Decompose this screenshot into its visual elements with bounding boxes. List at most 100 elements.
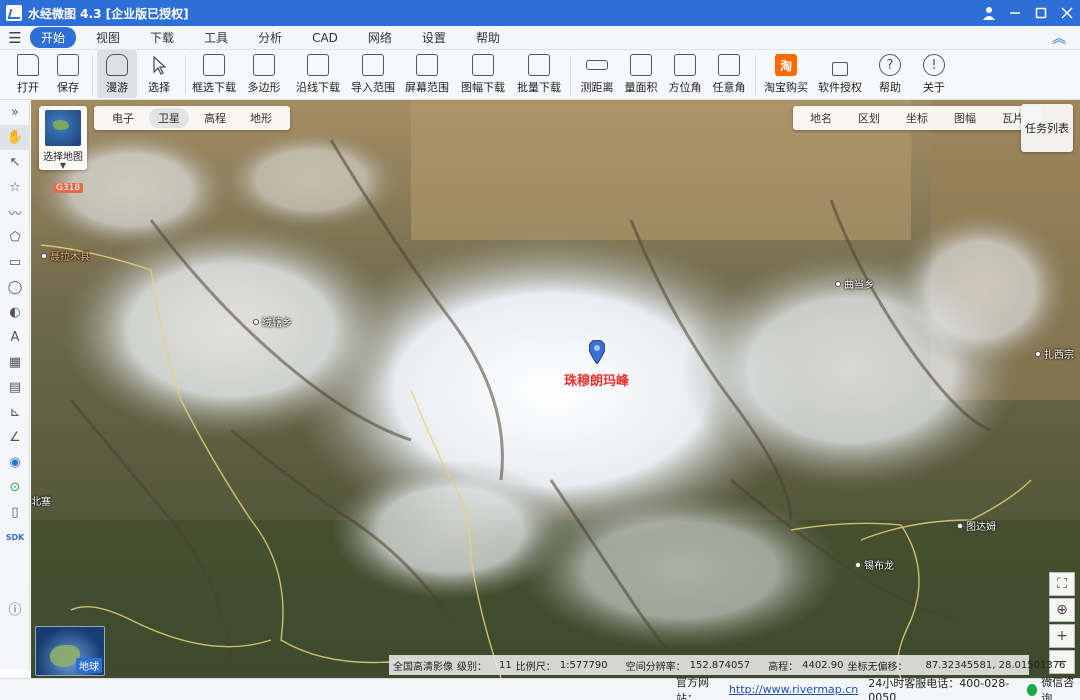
measure-distance-tool-icon[interactable]: ▦ xyxy=(0,350,30,375)
hand-tool-icon[interactable]: ✋ xyxy=(0,125,30,150)
fullscreen-icon[interactable]: ⛶ xyxy=(1049,572,1075,596)
map-selector-button[interactable]: 选择地图 ▼ xyxy=(39,106,87,170)
close-button[interactable] xyxy=(1054,0,1080,26)
place-dot-icon xyxy=(835,280,841,287)
map-view[interactable]: 选择地图 ▼ 电子 卫星 高程 地形 地名 区划 坐标 图幅 瓦片 任务列表 G… xyxy=(31,100,1080,678)
place-qudang[interactable]: 曲当乡 xyxy=(835,276,874,291)
menu-help[interactable]: 帮助 xyxy=(466,27,510,48)
menu-network[interactable]: 网络 xyxy=(358,27,402,48)
locate-icon[interactable]: ⊕ xyxy=(1049,598,1075,622)
chevron-down-icon: ▼ xyxy=(59,161,67,170)
tab-terrain[interactable]: 地形 xyxy=(241,108,281,128)
text-tool-icon[interactable]: A xyxy=(0,325,30,350)
azimuth-tool-icon[interactable]: ⊾ xyxy=(0,400,30,425)
screen-range-button[interactable]: 屏幕范围 xyxy=(400,50,454,98)
any-angle-label: 任意角 xyxy=(712,81,746,94)
any-angle-button[interactable]: 任意角 xyxy=(707,50,751,98)
link-icon[interactable]: ⊙ xyxy=(0,475,30,500)
maximize-button[interactable] xyxy=(1028,0,1054,26)
place-label: 北塞 xyxy=(31,497,51,508)
tab-satellite[interactable]: 卫星 xyxy=(149,108,189,128)
import-icon xyxy=(362,54,384,76)
polyline-tool-icon[interactable]: 〰 xyxy=(0,200,30,225)
layers-icon[interactable]: ◉ xyxy=(0,450,30,475)
collapse-ribbon-icon[interactable]: ︽ xyxy=(1052,28,1066,48)
polygon-button[interactable]: 多边形 xyxy=(238,50,290,98)
website-label: 官方网站： xyxy=(676,675,709,700)
select-tool-icon[interactable]: ↖ xyxy=(0,150,30,175)
folder-icon xyxy=(17,54,39,76)
place-xibulong[interactable]: 锡布龙 xyxy=(855,557,894,572)
line-download-button[interactable]: 沿线下载 xyxy=(290,50,346,98)
peak-label[interactable]: 珠穆朗玛峰 xyxy=(564,370,629,389)
place-dot-icon xyxy=(253,318,259,325)
menu-view[interactable]: 视图 xyxy=(86,27,130,48)
sheet-download-icon xyxy=(472,54,494,76)
angle-tool-icon[interactable]: ∠ xyxy=(0,425,30,450)
place-nyalam[interactable]: 聂拉木县 xyxy=(41,248,90,263)
measure-area-button[interactable]: 量面积 xyxy=(619,50,663,98)
mobile-icon[interactable]: ▯ xyxy=(0,500,30,525)
wechat-label: 微信咨询 xyxy=(1041,675,1075,700)
menu-tools[interactable]: 工具 xyxy=(194,27,238,48)
measure-area-tool-icon[interactable]: ▤ xyxy=(0,375,30,400)
rectangle-tool-icon[interactable]: ▭ xyxy=(0,250,30,275)
tab-elevation[interactable]: 高程 xyxy=(195,108,235,128)
select-button[interactable]: 选择 xyxy=(137,50,181,98)
taobao-buy-button[interactable]: 淘 淘宝购买 xyxy=(760,50,812,98)
place-beisai[interactable]: 北塞 xyxy=(31,493,51,508)
hamburger-menu-icon[interactable]: ☰ xyxy=(0,29,30,47)
tab-sheets[interactable]: 图幅 xyxy=(944,108,986,128)
menu-cad[interactable]: CAD xyxy=(302,29,348,47)
open-button[interactable]: 打开 xyxy=(8,50,48,98)
sdk-icon[interactable]: SDK xyxy=(0,525,30,550)
menu-analysis[interactable]: 分析 xyxy=(248,27,292,48)
menu-download[interactable]: 下载 xyxy=(140,27,184,48)
wechat-consult-button[interactable]: 微信咨询 xyxy=(1026,674,1080,700)
resolution-label: 空间分辨率： xyxy=(625,661,686,673)
sheet-download-button[interactable]: 图幅下载 xyxy=(454,50,512,98)
place-label: 图达姆 xyxy=(966,522,996,533)
minimize-button[interactable] xyxy=(1002,0,1028,26)
batch-download-button[interactable]: 批量下载 xyxy=(512,50,566,98)
help-button[interactable]: ? 帮助 xyxy=(868,50,912,98)
place-rongxia[interactable]: 绒辖乡 xyxy=(253,314,292,329)
tab-place-names[interactable]: 地名 xyxy=(800,108,842,128)
circle-tool-icon[interactable]: ◯ xyxy=(0,275,30,300)
tab-coordinates[interactable]: 坐标 xyxy=(896,108,938,128)
tab-districts[interactable]: 区划 xyxy=(848,108,890,128)
batch-download-label: 批量下载 xyxy=(517,81,561,94)
place-label: 锡布龙 xyxy=(864,561,894,572)
box-download-button[interactable]: 框选下载 xyxy=(190,50,238,98)
tab-electronic[interactable]: 电子 xyxy=(103,108,143,128)
place-dot-icon xyxy=(855,561,861,568)
website-link[interactable]: http://www.rivermap.cn xyxy=(729,683,858,696)
license-button[interactable]: 软件授权 xyxy=(812,50,868,98)
ruler-icon xyxy=(586,60,608,70)
wechat-icon xyxy=(1026,683,1038,696)
level-label: 级别： xyxy=(457,661,487,673)
overlay-tabs: 地名 区划 坐标 图幅 瓦片 xyxy=(793,106,1041,130)
place-tudamu[interactable]: 图达姆 xyxy=(957,518,996,533)
save-button[interactable]: 保存 xyxy=(48,50,88,98)
import-range-button[interactable]: 导入范围 xyxy=(346,50,400,98)
measure-distance-button[interactable]: 测距离 xyxy=(575,50,619,98)
polygon-tool-icon[interactable]: ⬠ xyxy=(0,225,30,250)
arc-tool-icon[interactable]: ◐ xyxy=(0,300,30,325)
marker-tool-icon[interactable]: ☆ xyxy=(0,175,30,200)
location-pin-icon[interactable] xyxy=(589,340,605,364)
help-circle-icon[interactable]: ⓘ xyxy=(0,596,30,621)
zoom-in-button[interactable]: + xyxy=(1049,624,1075,648)
menu-start[interactable]: 开始 xyxy=(30,27,77,48)
task-list-button[interactable]: 任务列表 xyxy=(1021,104,1073,152)
globe-view-button[interactable]: 地球 xyxy=(35,626,105,676)
menu-settings[interactable]: 设置 xyxy=(412,27,456,48)
taobao-icon: 淘 xyxy=(775,54,797,76)
azimuth-button[interactable]: 方位角 xyxy=(663,50,707,98)
pan-button[interactable]: 漫游 xyxy=(97,50,137,98)
expand-panel-icon[interactable]: » xyxy=(0,100,30,125)
screen-range-label: 屏幕范围 xyxy=(405,81,449,94)
about-button[interactable]: ! 关于 xyxy=(912,50,956,98)
user-icon[interactable] xyxy=(976,0,1002,26)
place-zhaxizong[interactable]: 扎西宗 xyxy=(1035,346,1074,361)
